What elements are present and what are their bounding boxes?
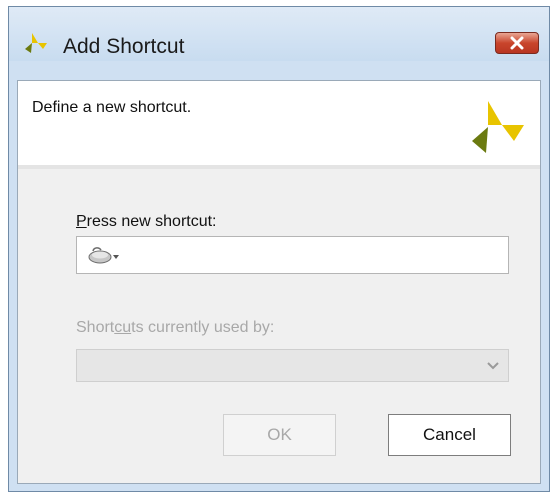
add-shortcut-dialog: Add Shortcut Define a new shortcut. Pres… bbox=[8, 6, 550, 492]
ok-button: OK bbox=[223, 414, 336, 456]
window-title: Add Shortcut bbox=[63, 35, 185, 58]
xilinx-logo-icon bbox=[25, 33, 47, 53]
desktop-background bbox=[0, 0, 8, 493]
header-panel: Define a new shortcut. bbox=[18, 81, 540, 165]
title-bar[interactable]: Add Shortcut bbox=[9, 7, 549, 61]
press-shortcut-label: Press new shortcut: bbox=[76, 213, 217, 230]
mouse-icon bbox=[88, 247, 119, 264]
header-separator bbox=[18, 165, 540, 169]
close-icon bbox=[510, 36, 524, 50]
cancel-button[interactable]: Cancel bbox=[388, 414, 511, 456]
dialog-body: Define a new shortcut. Press new shortcu… bbox=[17, 80, 541, 484]
shortcuts-used-by-dropdown bbox=[76, 349, 509, 382]
close-button[interactable] bbox=[495, 32, 539, 54]
dialog-description: Define a new shortcut. bbox=[32, 99, 192, 116]
xilinx-logo-icon bbox=[472, 101, 524, 153]
shortcut-input[interactable] bbox=[76, 236, 509, 274]
chevron-down-icon bbox=[487, 362, 499, 370]
shortcuts-used-by-label: Shortcuts currently used by: bbox=[76, 319, 275, 336]
